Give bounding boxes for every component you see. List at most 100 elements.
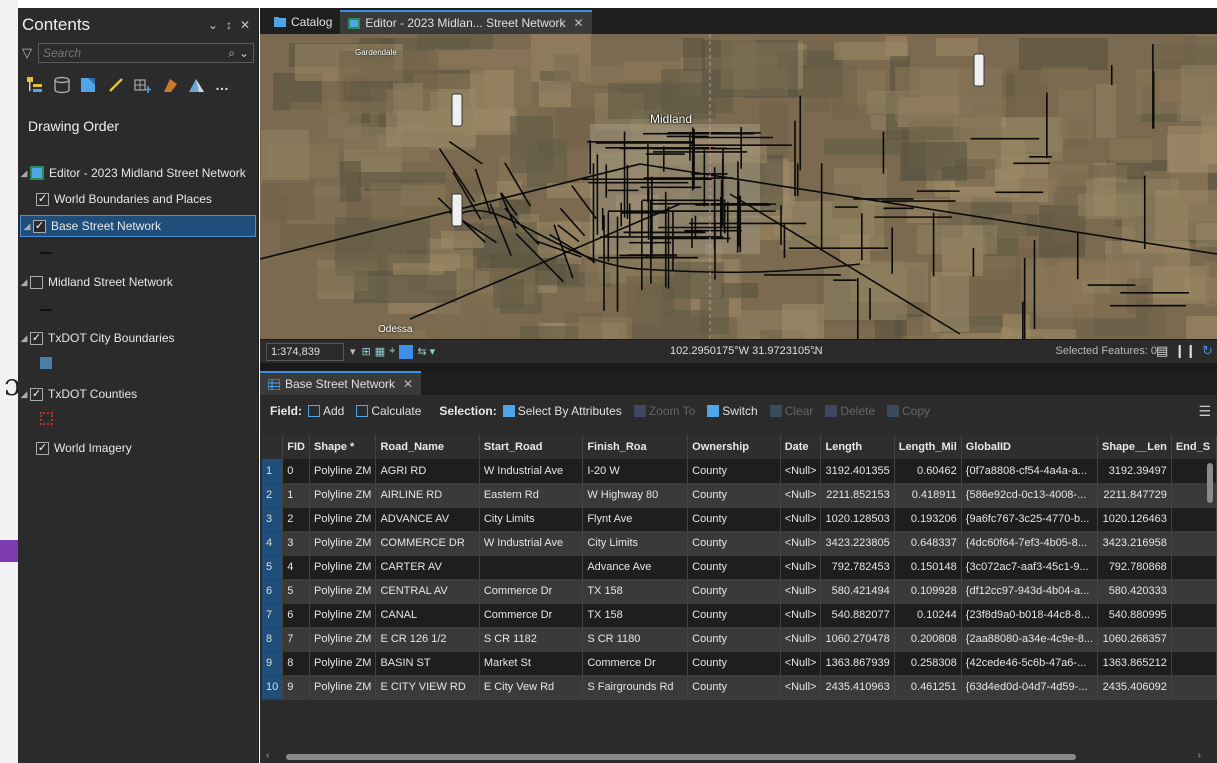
table-cell[interactable]: S Fairgrounds Rd <box>582 675 689 700</box>
expand-caret-icon[interactable]: ◢ <box>18 333 30 344</box>
table-cell[interactable]: 0.193206 <box>894 507 962 532</box>
delete-button[interactable]: Delete <box>825 404 875 418</box>
table-icon[interactable]: ▦ <box>375 345 385 358</box>
table-cell[interactable] <box>479 555 584 580</box>
column-header[interactable]: Length_Mil <box>894 435 962 459</box>
coordinate-dropdown-icon[interactable]: ⌄ <box>810 344 819 357</box>
switch-button[interactable]: Switch <box>707 404 758 418</box>
pin-icon[interactable]: ↕ <box>226 18 232 32</box>
table-cell[interactable]: 2211.847729 <box>1097 483 1172 508</box>
table-cell[interactable]: {42cede46-5c6b-47a6-... <box>961 651 1099 676</box>
table-cell[interactable]: Polyline ZM <box>309 483 377 508</box>
layer-checkbox[interactable] <box>36 441 49 455</box>
column-header[interactable]: FID <box>282 435 310 459</box>
table-cell[interactable]: Market St <box>479 651 584 676</box>
table-cell[interactable]: County <box>687 459 781 484</box>
table-cell[interactable]: <Null> <box>780 459 822 484</box>
table-cell[interactable] <box>1171 555 1217 580</box>
table-cell[interactable]: E CITY VIEW RD <box>375 675 480 700</box>
table-cell[interactable]: 2435.406092 <box>1097 675 1172 700</box>
vertical-scrollbar[interactable] <box>1207 463 1213 503</box>
table-cell[interactable]: W Industrial Ave <box>479 531 584 556</box>
table-row[interactable]: 7 6 Polyline ZM CANAL Commerce Dr TX 158 Count… <box>262 603 1217 628</box>
row-number[interactable]: 8 <box>262 627 284 652</box>
table-cell[interactable]: 9 <box>282 675 310 700</box>
table-cell[interactable]: {2aa88080-a34e-4c9e-8... <box>961 627 1099 652</box>
table-cell[interactable]: <Null> <box>780 531 822 556</box>
table-cell[interactable]: {9a6fc767-3c25-4770-b... <box>961 507 1099 532</box>
expand-caret-icon[interactable]: ◢ <box>18 389 30 400</box>
layer-txdot-counties[interactable]: ◢ TxDOT Counties <box>18 383 257 405</box>
map-item-editor[interactable]: ◢ Editor - 2023 Midland Street Network <box>18 162 257 184</box>
table-cell[interactable]: <Null> <box>780 507 822 532</box>
table-cell[interactable]: 580.421494 <box>820 579 895 604</box>
tab-base-street-network[interactable]: Base Street Network ✕ <box>260 371 422 395</box>
pane-menu-icon[interactable]: ⌄ <box>208 18 218 32</box>
table-cell[interactable]: 4 <box>282 555 310 580</box>
table-cell[interactable]: 3192.401355 <box>820 459 895 484</box>
table-cell[interactable]: Polyline ZM <box>309 627 377 652</box>
table-cell[interactable]: County <box>687 507 781 532</box>
table-cell[interactable] <box>1171 531 1217 556</box>
table-cell[interactable]: 1020.126463 <box>1097 507 1172 532</box>
table-cell[interactable]: 0.109928 <box>894 579 962 604</box>
table-cell[interactable]: TX 158 <box>582 579 689 604</box>
table-cell[interactable]: {63d4ed0d-04d7-4d59-... <box>961 675 1099 700</box>
search-box[interactable]: ⌕ ⌄ <box>38 43 254 63</box>
expand-caret-icon[interactable]: ◢ <box>21 221 33 232</box>
table-cell[interactable]: {23f8d9a0-b018-44c8-8... <box>961 603 1099 628</box>
pause-draw-icon[interactable]: ⇆ ▾ <box>417 345 435 358</box>
layer-checkbox[interactable] <box>30 331 43 345</box>
column-header[interactable]: Start_Road <box>479 435 584 459</box>
table-row[interactable]: 10 9 Polyline ZM E CITY VIEW RD E City Vew R… <box>262 675 1217 700</box>
table-cell[interactable]: 1060.270478 <box>820 627 895 652</box>
row-number[interactable]: 9 <box>262 651 284 676</box>
table-cell[interactable]: S CR 1182 <box>479 627 584 652</box>
table-cell[interactable]: 3 <box>282 531 310 556</box>
select-by-attributes-button[interactable]: Select By Attributes <box>502 404 622 418</box>
table-row[interactable]: 3 2 Polyline ZM ADVANCE AV City Limits Flynt … <box>262 507 1217 532</box>
layer-midland-street-network[interactable]: ◢ Midland Street Network <box>18 271 257 293</box>
row-number[interactable]: 7 <box>262 603 284 628</box>
row-number[interactable]: 4 <box>262 531 284 556</box>
layer-checkbox[interactable] <box>30 275 43 289</box>
table-row[interactable]: 2 1 Polyline ZM AIRLINE RD Eastern Rd W Highw… <box>262 483 1217 508</box>
map-view[interactable]: Gardendale Midland Odessa <box>260 34 1217 339</box>
pause-icon[interactable]: ❙❙ <box>1174 343 1196 359</box>
layer-checkbox[interactable] <box>36 192 49 206</box>
column-header[interactable]: GlobalID <box>961 435 1099 459</box>
zoom-to-button[interactable]: Zoom To <box>633 404 695 418</box>
scroll-left-icon[interactable]: ‹ <box>266 750 269 761</box>
layer-checkbox[interactable] <box>33 219 46 233</box>
table-cell[interactable]: 2435.410963 <box>820 675 895 700</box>
table-cell[interactable]: <Null> <box>780 675 822 700</box>
scrollbar-thumb[interactable] <box>286 754 1076 760</box>
column-header[interactable]: End_S <box>1171 435 1217 459</box>
list-by-perspective-icon[interactable] <box>188 76 206 94</box>
close-icon[interactable]: ✕ <box>573 16 583 30</box>
table-cell[interactable]: CARTER AV <box>375 555 480 580</box>
table-cell[interactable] <box>1171 651 1217 676</box>
list-by-selection-icon[interactable] <box>80 76 98 94</box>
filter-icon[interactable]: ▽ <box>22 45 38 61</box>
table-cell[interactable]: 2211.852153 <box>820 483 895 508</box>
table-cell[interactable]: Commerce Dr <box>479 603 584 628</box>
table-cell[interactable]: {3c072ac7-aaf3-45c1-9... <box>961 555 1099 580</box>
table-cell[interactable]: 6 <box>282 603 310 628</box>
refresh-icon[interactable]: ↻ <box>1202 343 1213 359</box>
table-cell[interactable]: City Limits <box>582 531 689 556</box>
table-cell[interactable]: 1363.867939 <box>820 651 895 676</box>
table-cell[interactable]: AIRLINE RD <box>375 483 480 508</box>
search-input[interactable] <box>43 46 225 60</box>
table-menu-icon[interactable]: ☰ <box>1198 403 1211 420</box>
layer-base-street-network[interactable]: ◢ Base Street Network <box>20 215 256 237</box>
table-cell[interactable]: County <box>687 531 781 556</box>
table-cell[interactable]: 0.461251 <box>894 675 962 700</box>
layer-world-imagery[interactable]: World Imagery <box>18 437 257 459</box>
table-cell[interactable]: TX 158 <box>582 603 689 628</box>
table-cell[interactable]: S CR 1180 <box>582 627 689 652</box>
table-cell[interactable]: 540.880995 <box>1097 603 1172 628</box>
table-cell[interactable]: Polyline ZM <box>309 507 377 532</box>
table-row[interactable]: 6 5 Polyline ZM CENTRAL AV Commerce Dr TX 158… <box>262 579 1217 604</box>
table-row[interactable]: 5 4 Polyline ZM CARTER AV Advance Ave County <… <box>262 555 1217 580</box>
